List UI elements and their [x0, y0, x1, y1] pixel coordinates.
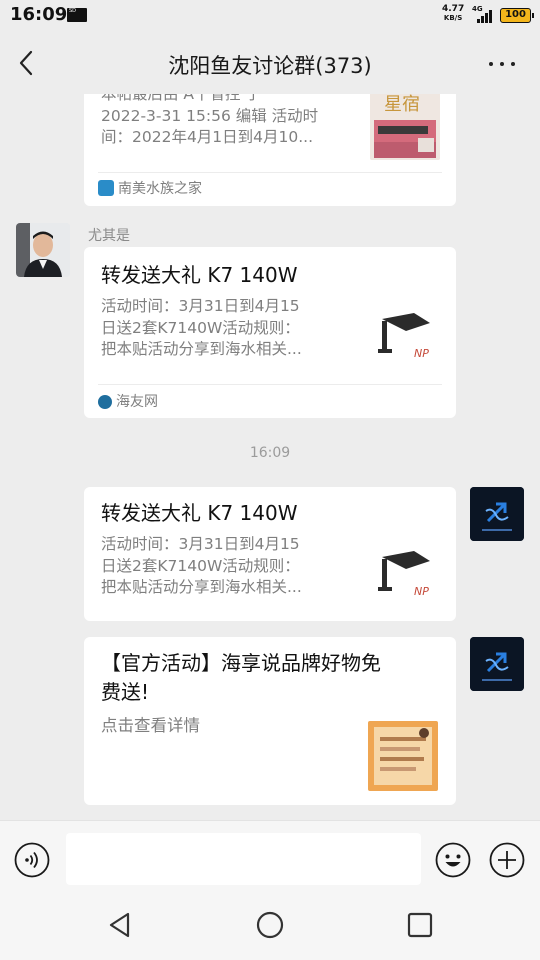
chat-title: 沈阳鱼友讨论群(373): [168, 54, 372, 78]
card-thumbnail: [368, 721, 438, 791]
network-speed: 4.77 KB/S: [442, 5, 464, 23]
system-back-button[interactable]: [105, 910, 135, 940]
sender-avatar[interactable]: [16, 223, 70, 277]
message-input-bar: [0, 820, 540, 890]
title-line: 费送!: [101, 680, 150, 704]
system-recents-button[interactable]: [405, 910, 435, 940]
desc-line: 活动时间：3月31日到4月15: [101, 535, 300, 553]
voice-button[interactable]: [14, 842, 50, 878]
card-description: 点击查看详情: [101, 716, 200, 735]
card-divider: [98, 172, 442, 173]
status-bar: 16:09 SD 4.77 KB/S 4G 100: [0, 0, 540, 32]
source-icon: [98, 395, 112, 409]
card-title: 转发送大礼 K7 140W: [101, 501, 298, 525]
status-time: 16:09: [10, 4, 68, 25]
card-divider: [98, 384, 442, 385]
link-card-message[interactable]: 转发送大礼 K7 140W 活动时间：3月31日到4月15 日送2套K7140W…: [84, 487, 456, 621]
self-avatar[interactable]: [470, 637, 524, 691]
svg-text:NP: NP: [414, 585, 429, 598]
desc-line: 日送2套K7140W活动规则：: [101, 318, 300, 337]
desc-line: 日送2套K7140W活动规则：: [101, 556, 300, 575]
source-name: 海友网: [116, 394, 158, 410]
system-navigation-bar: [0, 890, 540, 960]
card-description: 本帖最后由 A十省控 于 2022-3-31 15:56 编辑 活动时 间：20…: [101, 94, 361, 149]
square-recents-icon: [407, 912, 433, 938]
plus-icon: [489, 842, 525, 878]
link-card-message[interactable]: 转发送大礼 K7 140W 活动时间：3月31日到4月15 日送2套K7140W…: [84, 247, 456, 418]
sd-card-icon: SD: [67, 8, 87, 22]
card-title: 转发送大礼 K7 140W: [101, 263, 298, 287]
more-dots-icon: [489, 62, 493, 66]
desc-line: 把本贴活动分享到海水相关...: [101, 578, 302, 596]
title-line: 【官方活动】海享说品牌好物免: [101, 651, 381, 675]
desc-line: 间：2022年4月1日到4月10...: [101, 128, 314, 146]
source-icon: [98, 180, 114, 196]
sd-label: SD: [69, 8, 77, 14]
card-thumbnail: 星宿: [370, 94, 440, 160]
message-input[interactable]: [66, 833, 421, 885]
more-button[interactable]: [486, 52, 518, 76]
system-home-button[interactable]: [255, 910, 285, 940]
thumb-brand-text: 星宿: [384, 94, 420, 115]
circle-home-icon: [256, 911, 284, 939]
source-name: 南美水族之家: [118, 181, 202, 197]
card-thumbnail: NP: [372, 301, 438, 367]
card-source: 海友网: [98, 393, 158, 411]
signal-icon: [473, 10, 495, 23]
desc-line: 活动时间：3月31日到4月15: [101, 297, 300, 315]
chat-messages[interactable]: 本帖最后由 A十省控 于 2022-3-31 15:56 编辑 活动时 间：20…: [0, 94, 540, 820]
self-avatar[interactable]: [470, 487, 524, 541]
desc-line: 把本贴活动分享到海水相关...: [101, 340, 302, 358]
card-description: 活动时间：3月31日到4月15 日送2套K7140W活动规则： 把本贴活动分享到…: [101, 534, 351, 599]
card-thumbnail: NP: [372, 539, 438, 605]
link-card-message[interactable]: 【官方活动】海享说品牌好物免 费送! 点击查看详情: [84, 637, 456, 805]
desc-line: 本帖最后由 A十省控 于: [101, 94, 261, 103]
desc-line: 2022-3-31 15:56 编辑 活动时: [101, 106, 319, 125]
svg-text:NP: NP: [414, 347, 429, 360]
card-description: 活动时间：3月31日到4月15 日送2套K7140W活动规则： 把本贴活动分享到…: [101, 296, 351, 361]
sender-name: 尤其是: [88, 228, 130, 244]
battery-indicator: 100: [500, 8, 534, 23]
plus-button[interactable]: [489, 842, 525, 878]
triangle-back-icon: [109, 912, 130, 938]
emoji-icon: [435, 842, 471, 878]
card-source: 南美水族之家: [98, 180, 202, 198]
card-title: 【官方活动】海享说品牌好物免 费送!: [101, 649, 431, 707]
chat-header: 沈阳鱼友讨论群(373): [0, 32, 540, 94]
emoji-button[interactable]: [435, 842, 471, 878]
speed-unit: KB/S: [443, 14, 463, 22]
message-timestamp: 16:09: [249, 445, 291, 461]
link-card-message[interactable]: 本帖最后由 A十省控 于 2022-3-31 15:56 编辑 活动时 间：20…: [84, 94, 456, 206]
voice-icon: [14, 842, 50, 878]
speed-value: 4.77: [442, 4, 465, 14]
